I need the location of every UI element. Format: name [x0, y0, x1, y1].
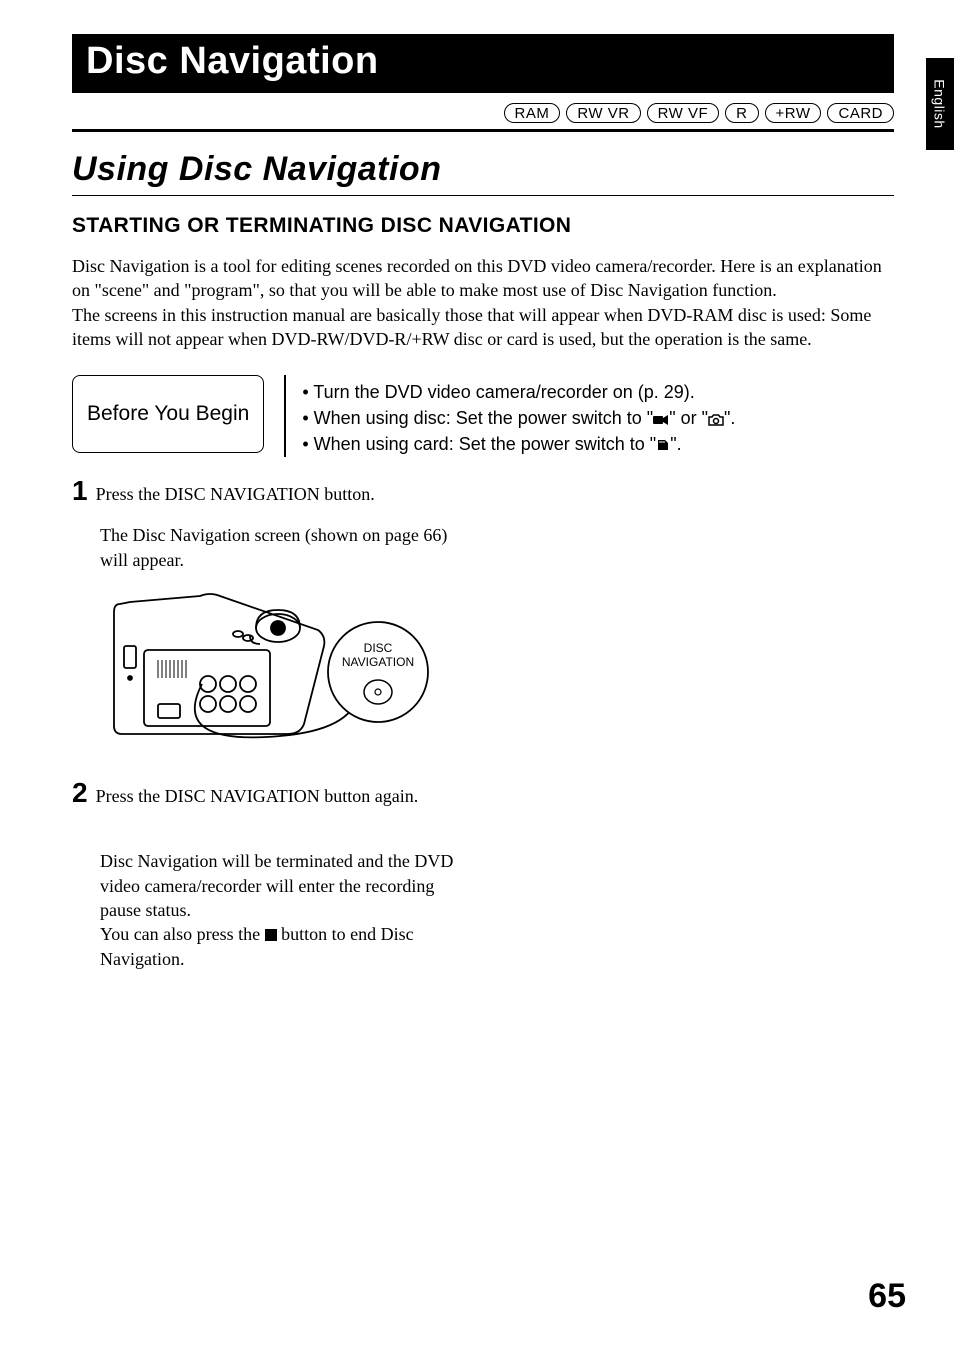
byb-divider: [284, 375, 286, 457]
byb-item-2: When using disc: Set the power switch to…: [302, 405, 894, 431]
media-tags-row: RAM RW VR RW VF R +RW CARD: [72, 93, 894, 129]
media-tag-card: CARD: [827, 103, 894, 123]
step-2-number: 2: [72, 777, 88, 808]
chapter-title-bar: Disc Navigation: [72, 34, 894, 93]
step-2-text: Press the DISC NAVIGATION button again.: [96, 786, 419, 806]
media-tag-plusrw: +RW: [765, 103, 822, 123]
step-1-text: Press the DISC NAVIGATION button.: [96, 484, 375, 504]
step-2-body: Disc Navigation will be terminated and t…: [100, 825, 460, 971]
photo-mode-icon: [708, 414, 724, 426]
step-1: 1 Press the DISC NAVIGATION button.: [72, 475, 894, 507]
disc-label-line1: DISC: [364, 641, 393, 655]
step-1-number: 1: [72, 475, 88, 506]
media-tag-ram: RAM: [504, 103, 561, 123]
subheading: STARTING OR TERMINATING DISC NAVIGATION: [72, 214, 894, 238]
media-tag-rwvr: RW VR: [566, 103, 640, 123]
before-you-begin-block: Before You Begin Turn the DVD video came…: [72, 375, 894, 457]
chapter-title: Disc Navigation: [86, 40, 379, 82]
step-2: 2 Press the DISC NAVIGATION button again…: [72, 777, 894, 809]
card-mode-icon: [656, 438, 670, 452]
camcorder-illustration: DISC NAVIGATION: [100, 586, 894, 751]
media-tag-rwvf: RW VF: [647, 103, 720, 123]
language-tab-label: English: [932, 79, 948, 128]
language-tab: English: [926, 58, 954, 150]
step-1-body: The Disc Navigation screen (shown on pag…: [100, 523, 460, 572]
rule-thick: [72, 129, 894, 132]
page-content: Disc Navigation RAM RW VR RW VF R +RW CA…: [0, 0, 954, 1021]
disc-label-line2: NAVIGATION: [342, 655, 414, 669]
section-title: Using Disc Navigation: [72, 150, 894, 189]
before-you-begin-list: Turn the DVD video camera/recorder on (p…: [302, 375, 894, 457]
byb-item-1: Turn the DVD video camera/recorder on (p…: [302, 379, 894, 405]
media-tag-r: R: [725, 103, 758, 123]
stop-icon: [265, 929, 277, 941]
byb-item-3: When using card: Set the power switch to…: [302, 431, 894, 457]
page-number: 65: [868, 1277, 906, 1316]
video-mode-icon: [653, 414, 669, 426]
rule-thin: [72, 195, 894, 196]
intro-paragraph: Disc Navigation is a tool for editing sc…: [72, 254, 894, 351]
before-you-begin-label: Before You Begin: [72, 375, 264, 453]
